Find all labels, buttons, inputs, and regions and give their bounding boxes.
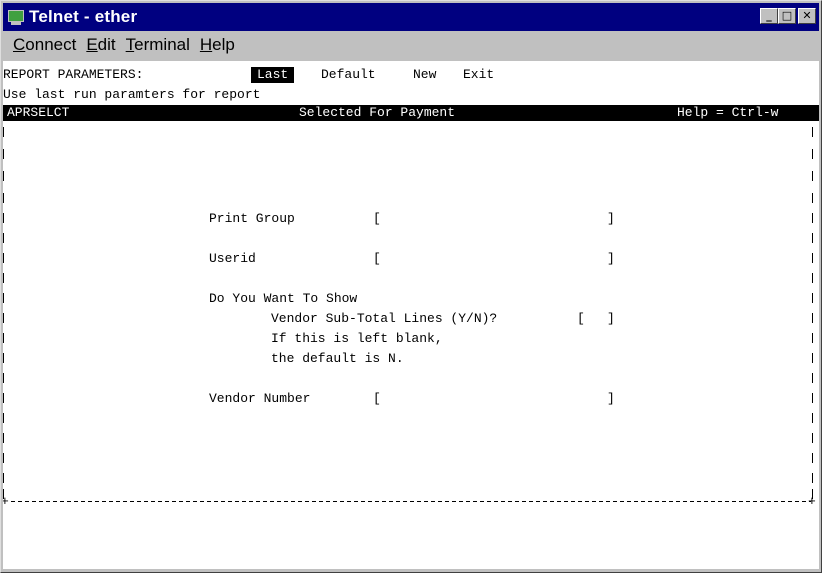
print-group-close-bracket: ] — [607, 211, 615, 226]
menu-help[interactable]: Help — [200, 35, 235, 55]
title-bar[interactable]: Telnet - ether _ □ ✕ — [3, 3, 819, 31]
option-last[interactable]: Last — [251, 67, 295, 83]
menu-connect[interactable]: Connect — [13, 35, 76, 55]
menu-bar: Connect Edit Terminal Help — [3, 32, 819, 58]
option-new[interactable]: New — [413, 67, 436, 83]
screen-title: Selected For Payment — [299, 105, 456, 120]
option-default[interactable]: Default — [321, 67, 376, 83]
maximize-button[interactable]: □ — [778, 8, 796, 24]
window-title: Telnet - ether — [29, 7, 138, 26]
blank-note-line-1: If this is left blank, — [271, 331, 443, 346]
telnet-app-icon[interactable] — [7, 8, 25, 26]
userid-input[interactable] — [385, 251, 605, 267]
vendor-subtotal-close-bracket: ] — [607, 311, 615, 326]
vendor-number-open-bracket: [ — [373, 391, 381, 406]
screen-header: APRSELCT Selected For Payment Help = Ctr… — [3, 105, 819, 121]
option-hint: Use last run paramters for report — [3, 87, 261, 102]
vendor-number-input[interactable] — [385, 391, 605, 407]
program-name: APRSELCT — [7, 105, 70, 120]
vendor-subtotal-input[interactable] — [589, 311, 605, 327]
minimize-button[interactable]: _ — [760, 8, 778, 24]
help-hint: Help = Ctrl-w — [677, 105, 779, 120]
vendor-subtotal-label: Vendor Sub-Total Lines (Y/N)? — [271, 311, 498, 326]
border-corner-right: + — [808, 494, 816, 509]
option-exit[interactable]: Exit — [463, 67, 494, 83]
border-corner-left: + — [3, 494, 9, 509]
close-button[interactable]: ✕ — [798, 8, 816, 24]
print-group-open-bracket: [ — [373, 211, 381, 226]
print-group-input[interactable] — [385, 211, 605, 227]
userid-open-bracket: [ — [373, 251, 381, 266]
userid-close-bracket: ] — [607, 251, 615, 266]
menu-edit[interactable]: Edit — [86, 35, 115, 55]
report-parameters-label: REPORT PARAMETERS: — [3, 67, 144, 82]
vendor-subtotal-open-bracket: [ — [577, 311, 585, 326]
menu-terminal[interactable]: Terminal — [126, 35, 190, 55]
vendor-number-close-bracket: ] — [607, 391, 615, 406]
blank-note-line-2: the default is N. — [271, 351, 404, 366]
show-question-label: Do You Want To Show — [209, 291, 358, 306]
window-controls: _ □ ✕ — [760, 8, 816, 24]
telnet-window: Telnet - ether _ □ ✕ Connect Edit Termin… — [0, 0, 822, 573]
userid-label: Userid — [209, 251, 256, 266]
terminal-screen[interactable]: REPORT PARAMETERS: Last Default New Exit… — [3, 61, 819, 569]
vendor-number-label: Vendor Number — [209, 391, 311, 406]
print-group-label: Print Group — [209, 211, 295, 226]
bottom-border — [11, 501, 811, 502]
